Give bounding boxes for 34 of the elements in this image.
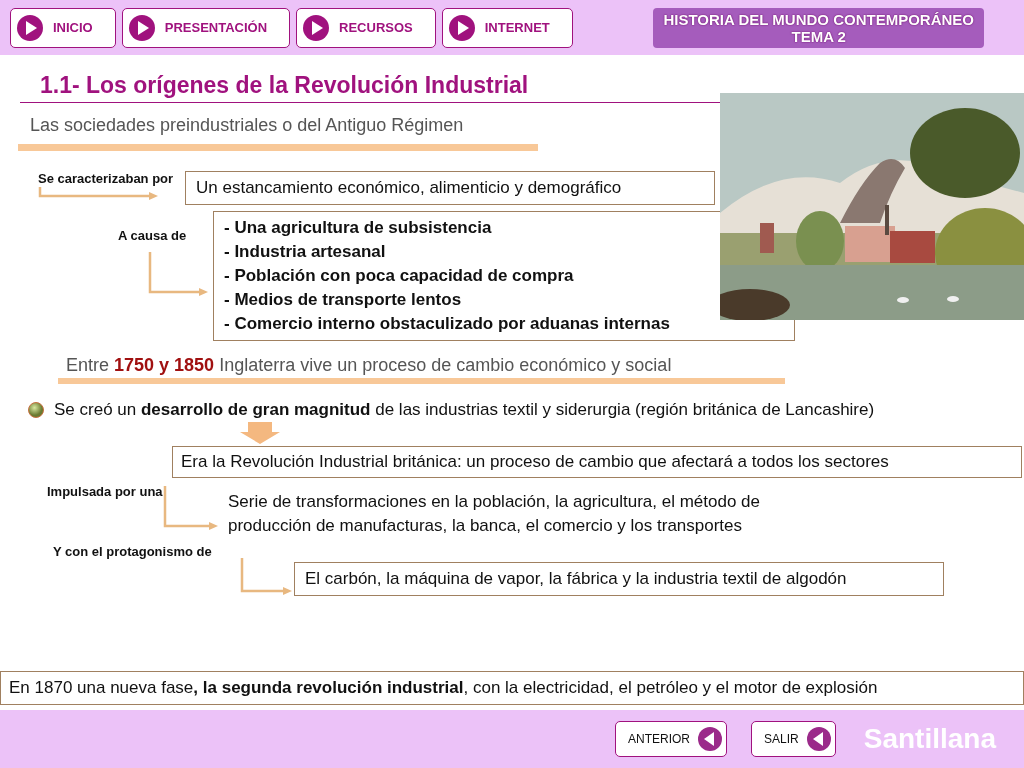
text-box: En 1870 una nueva fase, la segunda revolución industrial, con la electricidad, el petróleo y el motor de explosión — [0, 671, 1024, 705]
back-icon — [698, 727, 723, 751]
label: A causa de — [118, 228, 188, 244]
connector-arrow-icon — [148, 252, 208, 297]
description-text: Serie de transformaciones en la población, la agricultura, el método de producción de manufacturas, la banca, el comercio y los transportes — [228, 491, 762, 537]
label: Se caracterizaban por — [38, 171, 175, 187]
course-title: HISTORIA DEL MUNDO CONTEMPORÁNEO — [663, 10, 974, 28]
nav-button[interactable]: INICIO — [10, 7, 116, 48]
play-icon — [128, 14, 155, 41]
label: Impulsada por una — [46, 484, 163, 500]
connector-arrow-icon — [38, 187, 158, 201]
nav-button[interactable]: PRESENTACIÓN — [121, 7, 291, 48]
text-box: El carbón, la máquina de vapor, la fábrica y la industria textil de algodón — [294, 562, 944, 596]
slide-title: 1.1- Los orígenes de la Revolución Industrial — [20, 72, 720, 103]
course-title: TEMA 2 — [790, 27, 847, 45]
nav-button[interactable]: INTERNET — [441, 7, 573, 48]
development-text: Se creó un desarrollo de gran magnitud de las industrias textil y siderurgia (región británica de Lancashire) — [54, 400, 875, 420]
text-box: Era la Revolución Industrial británica: un proceso de cambio que afectará a todos los sectores — [172, 446, 1022, 478]
label: Y con el protagonismo de — [53, 544, 212, 560]
play-icon — [17, 14, 43, 41]
play-icon — [448, 14, 475, 41]
down-arrow-icon — [240, 422, 280, 444]
nav-button[interactable]: ANTERIOR — [615, 721, 728, 757]
play-icon — [303, 14, 330, 41]
nav-button[interactable]: RECURSOS — [296, 7, 436, 48]
connector-arrow-icon — [240, 558, 292, 596]
bullet-icon — [28, 402, 44, 418]
text-box: Un estancamiento económico, alimenticio y demográfico — [185, 171, 715, 205]
logo: Santillana — [863, 723, 996, 755]
nav-button[interactable]: SALIR — [751, 721, 836, 757]
connector-arrow-icon — [163, 486, 218, 531]
period-statement: Entre 1750 y 1850 Inglaterra vive un proceso de cambio económico y social — [66, 355, 672, 376]
subtitle: Las sociedades preindustriales o del Antiguo Régimen — [30, 115, 464, 136]
back-icon — [806, 727, 831, 751]
